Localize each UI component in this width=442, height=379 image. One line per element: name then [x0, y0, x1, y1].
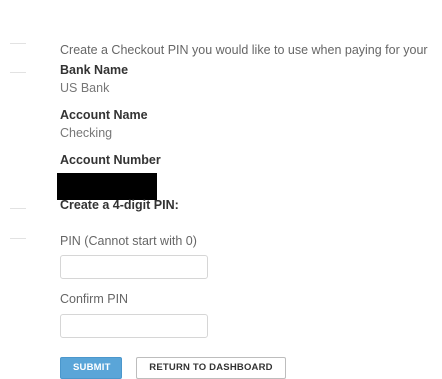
account-name-value: Checking — [60, 126, 113, 140]
account-number-label: Account Number — [60, 153, 161, 167]
pin-label: PIN (Cannot start with 0) — [60, 234, 197, 248]
confirm-pin-label: Confirm PIN — [60, 292, 129, 306]
bank-name-value: US Bank — [60, 81, 110, 95]
intro-text: Create a Checkout PIN you would like to … — [60, 43, 428, 57]
edge-divider — [10, 208, 26, 209]
edge-divider — [10, 43, 26, 44]
pin-form-heading: Create a 4-digit PIN: — [60, 198, 179, 212]
submit-button[interactable]: SUBMIT — [60, 357, 122, 379]
return-to-dashboard-button[interactable]: RETURN TO DASHBOARD — [136, 357, 286, 379]
account-name-label: Account Name — [60, 108, 148, 122]
account-number-redaction — [57, 173, 157, 200]
edge-divider — [10, 72, 26, 73]
bank-name-label: Bank Name — [60, 63, 129, 77]
pin-input[interactable] — [60, 255, 208, 279]
confirm-pin-input[interactable] — [60, 314, 208, 338]
edge-divider — [10, 238, 26, 239]
